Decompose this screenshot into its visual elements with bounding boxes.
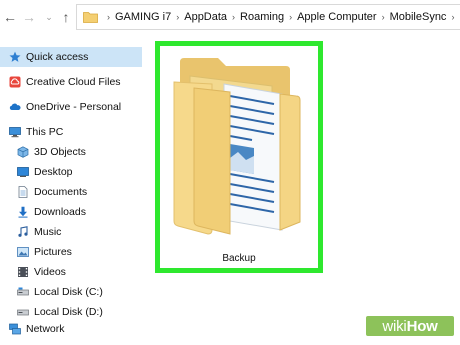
star-icon xyxy=(9,51,21,62)
sidebar-item-label: OneDrive - Personal xyxy=(26,101,122,113)
sidebar-item-label: Documents xyxy=(34,186,88,198)
music-icon xyxy=(18,226,28,237)
address-bar[interactable]: › GAMING i7 › AppData › Roaming › Apple … xyxy=(76,4,460,30)
sidebar-item-desktop[interactable]: Desktop xyxy=(0,162,142,182)
folder-name-label: Backup xyxy=(222,253,256,264)
sidebar-item-label: Local Disk (C:) xyxy=(34,286,103,298)
watermark-how-text: How xyxy=(406,317,438,335)
breadcrumb-apple-computer[interactable]: Apple Computer xyxy=(297,11,377,23)
wikihow-watermark-logo: wiki How xyxy=(366,316,454,336)
sidebar-item-label: Quick access xyxy=(26,51,89,63)
sidebar-item-music[interactable]: Music xyxy=(0,222,142,242)
sidebar-item-videos[interactable]: Videos xyxy=(0,262,142,282)
breadcrumb-gaming-i7[interactable]: GAMING i7 xyxy=(115,11,171,23)
recent-locations-chevron-icon[interactable]: ⌄ xyxy=(42,9,56,25)
breadcrumb-separator[interactable]: › xyxy=(382,12,385,22)
sidebar-item-pictures[interactable]: Pictures xyxy=(0,242,142,262)
breadcrumb-separator[interactable]: › xyxy=(107,12,110,22)
download-icon xyxy=(18,206,28,218)
drive-icon xyxy=(17,287,29,296)
creative-cloud-icon xyxy=(9,76,21,88)
sidebar-item-label: Desktop xyxy=(34,166,73,178)
folder-item-backup[interactable]: Backup xyxy=(155,41,323,273)
sidebar-item-label: 3D Objects xyxy=(34,146,86,158)
network-icon xyxy=(9,323,21,335)
sidebar-item-label: Network xyxy=(26,323,65,335)
sidebar-item-label: Pictures xyxy=(34,246,72,258)
sidebar-item-this-pc[interactable]: This PC xyxy=(0,122,142,142)
breadcrumb-separator[interactable]: › xyxy=(451,12,454,22)
up-arrow-icon[interactable]: ↑ xyxy=(59,9,73,25)
sidebar-item-documents[interactable]: Documents xyxy=(0,182,142,202)
computer-icon xyxy=(9,127,21,138)
breadcrumb-separator[interactable]: › xyxy=(232,12,235,22)
breadcrumb-appdata[interactable]: AppData xyxy=(184,11,227,23)
breadcrumb-separator[interactable]: › xyxy=(176,12,179,22)
sidebar-item-quick-access[interactable]: Quick access xyxy=(0,47,142,67)
folder-icon xyxy=(83,12,98,23)
sidebar-item-label: Creative Cloud Files xyxy=(26,76,121,88)
navigation-bar: ← → ⌄ ↑ › GAMING i7 › AppData › Roaming … xyxy=(0,0,460,34)
drive-icon xyxy=(17,309,29,316)
cube-icon xyxy=(17,146,29,158)
file-list: Backup xyxy=(142,34,460,345)
navigation-pane: Quick access Creative Cloud Files OneDri… xyxy=(0,34,142,345)
folder-icon xyxy=(173,58,301,235)
sidebar-item-label: This PC xyxy=(26,126,64,138)
sidebar-item-label: Local Disk (D:) xyxy=(34,306,103,318)
desktop-icon xyxy=(17,167,29,177)
sidebar-item-label: Videos xyxy=(34,266,66,278)
sidebar-item-onedrive[interactable]: OneDrive - Personal xyxy=(0,97,142,117)
video-icon xyxy=(18,267,28,277)
forward-arrow-icon[interactable]: → xyxy=(22,9,36,25)
document-icon xyxy=(18,186,28,198)
cloud-icon xyxy=(9,103,21,110)
breadcrumb-mobilesync[interactable]: MobileSync xyxy=(390,11,447,23)
sidebar-item-label: Downloads xyxy=(34,206,86,218)
sidebar-item-label: Music xyxy=(34,226,62,238)
sidebar-item-network[interactable]: Network xyxy=(0,319,142,339)
sidebar-item-downloads[interactable]: Downloads xyxy=(0,202,142,222)
back-arrow-icon[interactable]: ← xyxy=(3,9,17,25)
sidebar-item-creative-cloud-files[interactable]: Creative Cloud Files xyxy=(0,72,142,92)
sidebar-item-local-disk-c[interactable]: Local Disk (C:) xyxy=(0,282,142,302)
sidebar-item-3d-objects[interactable]: 3D Objects xyxy=(0,142,142,162)
breadcrumb-separator[interactable]: › xyxy=(289,12,292,22)
pictures-icon xyxy=(17,247,29,257)
watermark-wiki-text: wiki xyxy=(382,317,407,335)
breadcrumb-roaming[interactable]: Roaming xyxy=(240,11,284,23)
